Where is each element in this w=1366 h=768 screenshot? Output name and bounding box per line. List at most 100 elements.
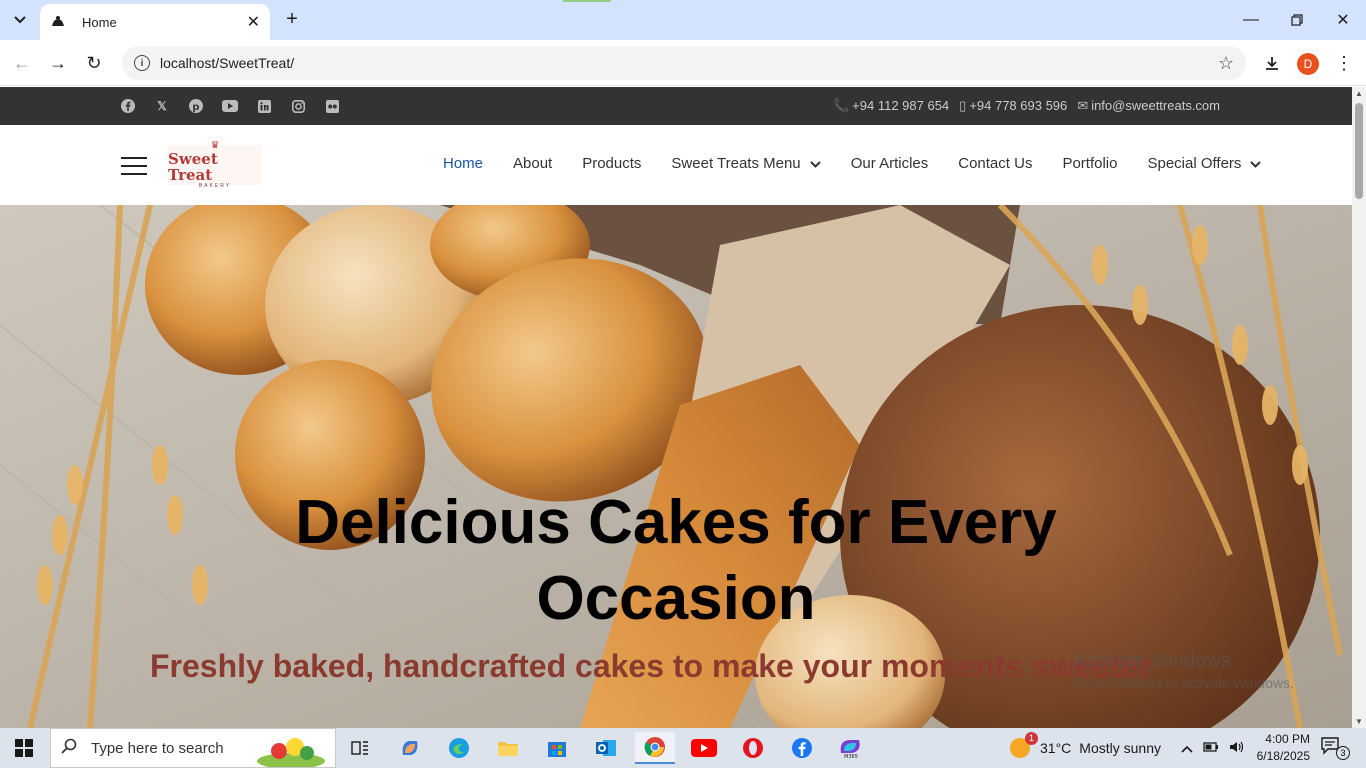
clock-date: 6/18/2025: [1256, 749, 1310, 763]
omnibox[interactable]: i localhost/SweetTreat/ ☆: [122, 46, 1246, 80]
nav-item-our-articles[interactable]: Our Articles: [851, 155, 929, 172]
file-explorer-icon[interactable]: [488, 732, 528, 764]
chevron-up-icon[interactable]: [1181, 740, 1193, 756]
page-scrollbar[interactable]: ▲ ▼: [1352, 87, 1366, 728]
bookmark-star-icon[interactable]: ☆: [1218, 53, 1234, 74]
taskbar-clock[interactable]: 4:00 PM 6/18/2025: [1246, 731, 1310, 765]
url-text[interactable]: localhost/SweetTreat/: [160, 55, 1218, 71]
outlook-icon[interactable]: [586, 732, 626, 764]
chrome-icon[interactable]: [635, 732, 675, 764]
weather-badge: 1: [1024, 732, 1038, 745]
sun-weather-icon: 1: [1008, 732, 1038, 760]
nav-item-home[interactable]: Home: [443, 155, 483, 172]
edge-icon[interactable]: [439, 732, 479, 764]
nav-item-sweet-treats-menu[interactable]: Sweet Treats Menu: [671, 155, 821, 172]
nav-item-special-offers[interactable]: Special Offers: [1147, 155, 1262, 172]
linkedin-icon[interactable]: [254, 97, 274, 115]
close-tab-icon[interactable]: ✕: [247, 12, 260, 32]
restore-button[interactable]: [1274, 0, 1320, 40]
opera-icon[interactable]: [733, 732, 773, 764]
hero-title: Delicious Cakes for Every Occasion: [295, 488, 1057, 633]
browser-tab-home[interactable]: Home ✕: [40, 4, 270, 40]
instagram-icon[interactable]: [288, 97, 308, 115]
watermark-title: Activate Windows: [1073, 650, 1231, 672]
windows-taskbar: Type here to search M365 1 31°C Mostly s…: [0, 728, 1366, 768]
hero-subtitle: Freshly baked, handcrafted cakes to make…: [150, 648, 1152, 684]
windows-logo-icon: [15, 739, 33, 757]
tab-search-button[interactable]: [6, 6, 34, 34]
nav-item-portfolio[interactable]: Portfolio: [1062, 155, 1117, 172]
search-highlight-image: [257, 738, 325, 767]
mobile-number: +94 778 693 596: [969, 98, 1068, 113]
tab-favicon-icon: [50, 14, 66, 30]
loading-indicator: [563, 0, 611, 2]
copilot-icon[interactable]: [390, 732, 430, 764]
scroll-down-arrow-icon[interactable]: ▼: [1355, 717, 1363, 726]
system-tray: [1181, 728, 1245, 768]
mobile-icon: ▯: [959, 98, 967, 113]
svg-text:M365: M365: [844, 754, 858, 759]
site-info-icon[interactable]: i: [134, 55, 150, 71]
phone-icon: 📞: [832, 98, 850, 113]
contact-info: 📞 +94 112 987 654 ▯ +94 778 693 596 ✉ info@…: [833, 98, 1220, 114]
nav-menu: Home About Products Sweet Treats Menu Ou…: [443, 155, 1262, 172]
browser-tab-strip: Home ✕ + — ✕: [0, 0, 1366, 40]
restore-icon: [1291, 14, 1303, 26]
youtube-icon[interactable]: [220, 97, 240, 115]
nav-item-products[interactable]: Products: [582, 155, 641, 172]
address-toolbar: ← → ↻ i localhost/SweetTreat/ ☆ ⋮: [0, 40, 1366, 86]
reload-button[interactable]: ↻: [80, 49, 108, 77]
nav-item-contact-us[interactable]: Contact Us: [958, 155, 1032, 172]
facebook-icon[interactable]: [118, 97, 138, 115]
scroll-up-arrow-icon[interactable]: ▲: [1355, 89, 1363, 98]
chevron-down-icon: [807, 159, 821, 171]
svg-text:p: p: [192, 102, 199, 113]
battery-network-icon[interactable]: [1203, 740, 1219, 757]
notification-center-button[interactable]: 3: [1320, 736, 1350, 760]
search-icon: [61, 738, 77, 759]
x-icon[interactable]: 𝕏: [152, 97, 172, 115]
weather-widget[interactable]: 1 31°C Mostly sunny: [1008, 728, 1161, 768]
taskbar-search-box[interactable]: Type here to search: [50, 728, 336, 768]
profile-avatar[interactable]: D: [1297, 53, 1319, 75]
task-view-icon[interactable]: [340, 732, 380, 764]
clock-time: 4:00 PM: [1265, 732, 1310, 746]
volume-icon[interactable]: [1229, 740, 1245, 757]
facebook-app-icon[interactable]: [782, 732, 822, 764]
new-tab-button[interactable]: +: [280, 8, 304, 32]
pinterest-icon[interactable]: p: [186, 97, 206, 115]
envelope-icon: ✉: [1077, 98, 1089, 113]
youtube-app-icon[interactable]: [684, 732, 724, 764]
nav-item-label: Special Offers: [1147, 155, 1242, 172]
site-topbar: 𝕏 p 📞 +94 112 987 654 ▯ +94 778 693 596 ✉ i…: [0, 87, 1352, 125]
browser-menu-icon[interactable]: ⋮: [1331, 50, 1357, 76]
chevron-down-icon: [1247, 159, 1262, 171]
download-icon[interactable]: [1259, 50, 1285, 76]
back-button[interactable]: ←: [8, 49, 36, 77]
flickr-icon[interactable]: [322, 97, 342, 115]
mobile-contact[interactable]: ▯ +94 778 693 596: [959, 98, 1067, 114]
scrollbar-thumb[interactable]: [1355, 103, 1363, 199]
start-button[interactable]: [0, 728, 48, 768]
microsoft-store-icon[interactable]: [537, 732, 577, 764]
close-window-button[interactable]: ✕: [1320, 0, 1366, 40]
email-address: info@sweettreats.com: [1091, 98, 1220, 113]
tab-title: Home: [82, 14, 117, 30]
email-contact[interactable]: ✉ info@sweettreats.com: [1077, 98, 1220, 114]
main-navbar: ♛ Sweet Treat BAKERY Home About Products…: [0, 125, 1352, 205]
phone-contact[interactable]: 📞 +94 112 987 654: [833, 98, 949, 114]
nav-item-about[interactable]: About: [513, 155, 552, 172]
page-viewport: 𝕏 p 📞 +94 112 987 654 ▯ +94 778 693 596 ✉ i…: [0, 87, 1352, 728]
microsoft-365-icon[interactable]: M365: [831, 732, 871, 764]
weather-description: Mostly sunny: [1079, 740, 1161, 756]
weather-temperature: 31°C: [1040, 740, 1072, 756]
hamburger-menu-icon[interactable]: [121, 157, 147, 175]
notification-count: 3: [1336, 746, 1350, 760]
activate-windows-watermark: Activate Windows Go to Settings to activ…: [1073, 650, 1294, 691]
minimize-button[interactable]: —: [1228, 0, 1274, 40]
site-logo[interactable]: ♛ Sweet Treat BAKERY: [168, 141, 262, 189]
forward-button[interactable]: →: [44, 49, 72, 77]
logo-text: Sweet Treat: [168, 150, 218, 184]
watermark-subtitle: Go to Settings to activate Windows.: [1073, 675, 1294, 691]
nav-item-label: Sweet Treats Menu: [671, 155, 801, 172]
